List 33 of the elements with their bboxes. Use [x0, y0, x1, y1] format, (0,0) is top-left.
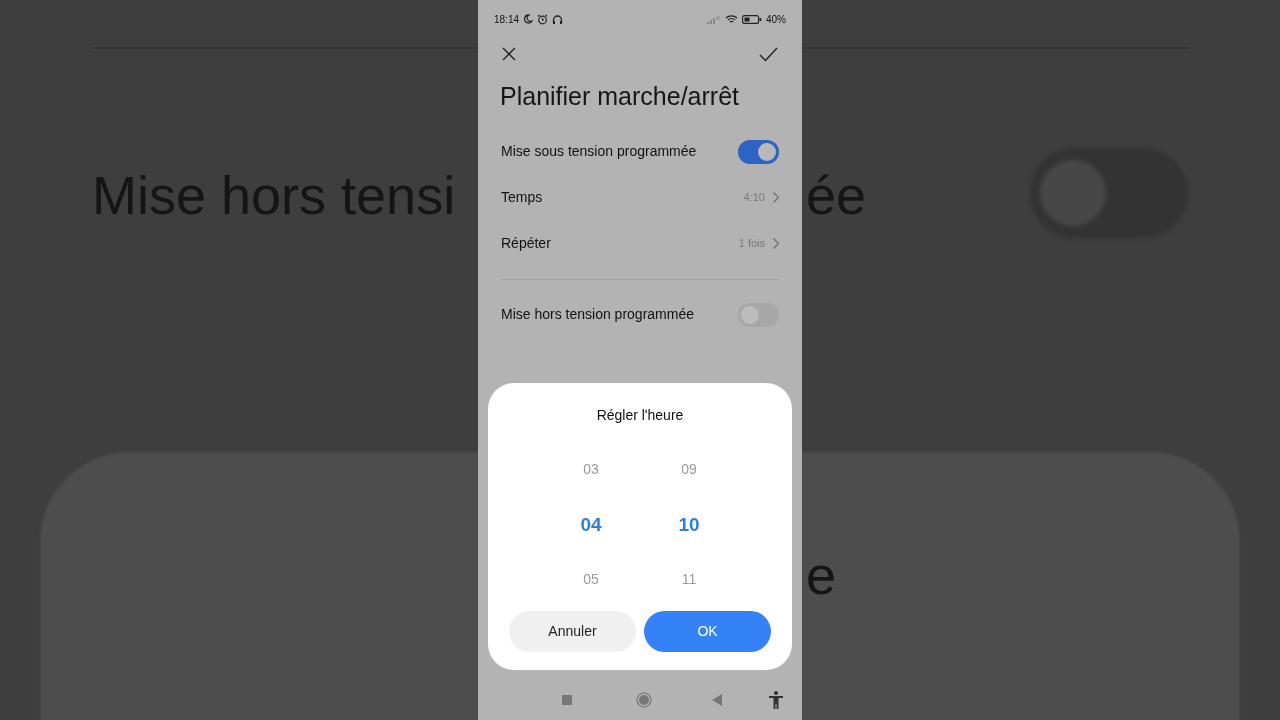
- signal-icon: [707, 14, 721, 24]
- setting-label: Mise sous tension programmée: [501, 142, 697, 161]
- picker-number[interactable]: 04: [546, 497, 636, 552]
- back-nav-icon[interactable]: [712, 694, 722, 706]
- picker-number[interactable]: 09: [644, 442, 734, 497]
- chevron-right-icon: [773, 238, 779, 249]
- picker-number[interactable]: 05: [546, 552, 636, 607]
- setting-label: Mise hors tension programmée: [501, 305, 694, 324]
- setting-label: Répéter: [501, 234, 551, 253]
- setting-row[interactable]: Temps 4:10: [478, 174, 802, 221]
- moon-icon: [523, 14, 534, 24]
- headphones-icon: [552, 13, 564, 25]
- battery-icon: [742, 14, 762, 24]
- accessibility-icon[interactable]: [768, 691, 784, 709]
- picker-number[interactable]: 03: [546, 442, 636, 497]
- home-nav-icon[interactable]: [636, 692, 652, 708]
- battery-percentage: 40%: [766, 12, 786, 27]
- blurred-text: e: [806, 548, 837, 602]
- status-time: 18:14: [494, 12, 520, 27]
- ok-button[interactable]: OK: [644, 611, 771, 652]
- setting-value: 4:10: [743, 190, 765, 206]
- cancel-button[interactable]: Annuler: [509, 611, 636, 652]
- wifi-icon: [725, 14, 738, 24]
- chevron-right-icon: [773, 192, 779, 203]
- setting-label: Temps: [501, 188, 543, 207]
- picker-number[interactable]: 11: [644, 552, 734, 607]
- toggle-switch[interactable]: [738, 139, 779, 164]
- page-title: Planifier marche/arrêt: [500, 81, 740, 112]
- close-icon[interactable]: [502, 47, 516, 61]
- picker-number[interactable]: 10: [644, 497, 734, 552]
- dialog-title: Régler l'heure: [595, 406, 685, 425]
- checkmark-icon[interactable]: [759, 46, 778, 62]
- alarm-clock-icon: [537, 13, 549, 25]
